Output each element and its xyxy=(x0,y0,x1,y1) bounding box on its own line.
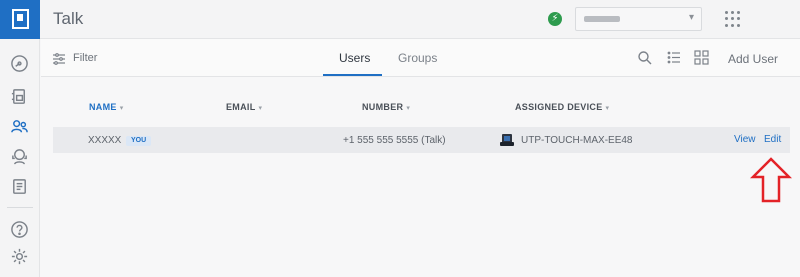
filter-label[interactable]: Filter xyxy=(73,52,97,64)
top-bar: Talk ⚡ ▾ xyxy=(0,0,800,39)
active-tab-indicator xyxy=(323,74,382,76)
desk-phone-icon xyxy=(499,132,515,148)
app-title: Talk xyxy=(53,9,84,28)
user-name: XXXXX xyxy=(88,135,122,146)
view-link[interactable]: View xyxy=(734,134,756,145)
tab-users[interactable]: Users xyxy=(339,51,370,65)
help-icon[interactable] xyxy=(10,220,29,239)
column-header-email[interactable]: EMAIL ▾ xyxy=(226,102,262,112)
sidebar-divider xyxy=(7,207,33,208)
table-header: NAME ▾ EMAIL ▾ NUMBER ▾ ASSIGNED DEVICE ▾ xyxy=(41,97,800,117)
unifi-logo[interactable] xyxy=(0,0,40,39)
sort-caret-icon: ▾ xyxy=(605,105,610,112)
search-icon[interactable] xyxy=(637,50,652,65)
up-arrow-annotation xyxy=(750,157,792,203)
sort-caret-icon: ▾ xyxy=(258,105,263,112)
user-number: +1 555 555 5555 (Talk) xyxy=(343,135,446,146)
console-selector[interactable]: ▾ xyxy=(575,7,702,31)
you-badge: YOU xyxy=(126,136,152,146)
edit-link[interactable]: Edit xyxy=(764,134,781,145)
chevron-down-icon: ▾ xyxy=(688,12,694,23)
table-row[interactable]: XXXXX YOU +1 555 555 5555 (Talk) UTP-TOU… xyxy=(53,127,790,153)
sort-caret-icon: ▾ xyxy=(406,105,411,112)
tab-groups[interactable]: Groups xyxy=(398,51,437,65)
dashboard-icon[interactable] xyxy=(10,54,29,73)
assigned-device: UTP-TOUCH-MAX-EE48 xyxy=(521,135,633,146)
toolbar: Filter Users Groups Add User xyxy=(41,39,800,77)
list-view-icon[interactable] xyxy=(667,50,682,65)
call-log-icon[interactable] xyxy=(10,177,29,196)
users-icon[interactable] xyxy=(10,117,29,136)
column-header-assigned-device[interactable]: ASSIGNED DEVICE ▾ xyxy=(515,102,609,112)
sort-caret-icon: ▾ xyxy=(119,105,124,112)
sidebar xyxy=(0,39,40,277)
lightning-icon: ⚡ xyxy=(548,12,562,26)
column-header-number[interactable]: NUMBER ▾ xyxy=(362,102,410,112)
grid-view-icon[interactable] xyxy=(694,50,709,65)
phonebook-icon[interactable] xyxy=(10,87,29,106)
grid-icon[interactable] xyxy=(725,11,741,27)
column-header-name[interactable]: NAME ▾ xyxy=(89,102,124,112)
add-user-button[interactable]: Add User xyxy=(728,52,778,66)
support-icon[interactable] xyxy=(10,147,29,166)
filter-icon[interactable] xyxy=(53,52,65,65)
settings-icon[interactable] xyxy=(10,247,29,266)
console-name-redacted xyxy=(584,16,620,22)
